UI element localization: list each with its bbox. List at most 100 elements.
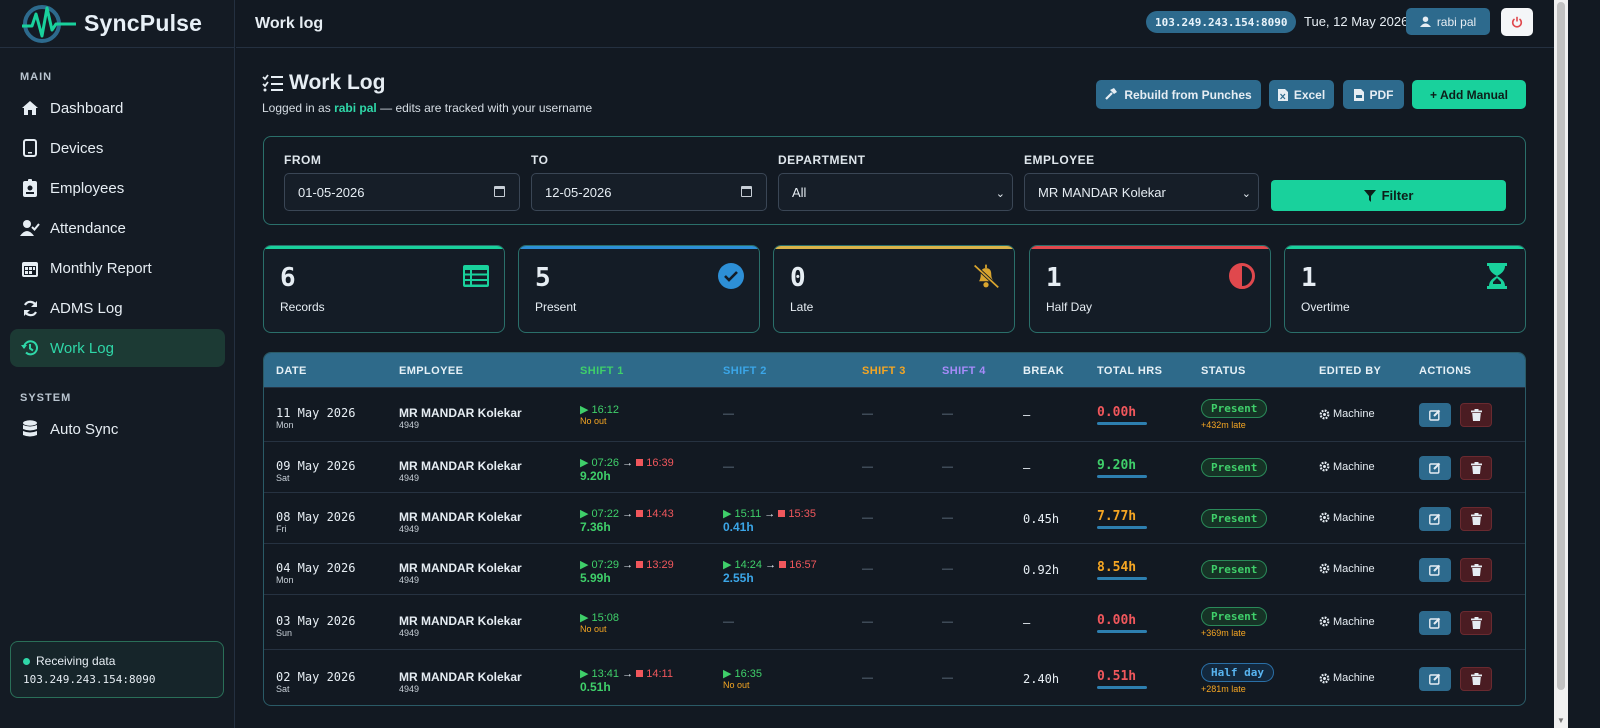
shift2-in-time: ▶ 16:35 (723, 668, 763, 680)
scrollbar-thumb[interactable] (1557, 2, 1565, 690)
row-employee-name[interactable]: MR MANDAR Kolekar (399, 406, 522, 420)
sidebar-item-label: Attendance (50, 219, 126, 237)
edited-by: Machine (1333, 672, 1375, 684)
sidebar-item-label: Monthly Report (50, 259, 152, 277)
scroll-down-arrow-icon[interactable]: ▼ (1557, 716, 1565, 725)
filter-panel: FROM 01-05-2026 TO 12-05-2026 DEPARTMENT… (263, 136, 1526, 225)
row-employee-name[interactable]: MR MANDAR Kolekar (399, 670, 522, 684)
shift1-cell: ▶ 13:41 → 14:11 0.51h (580, 667, 673, 694)
card-accent-bar (1285, 246, 1525, 249)
to-date-input[interactable]: 12-05-2026 (531, 173, 767, 211)
header-employee: EMPLOYEE (399, 365, 464, 377)
row-employee-name[interactable]: MR MANDAR Kolekar (399, 561, 522, 575)
trash-icon (1470, 616, 1482, 629)
brand[interactable]: SyncPulse (0, 0, 234, 48)
stat-label: Records (280, 300, 325, 314)
header-edited-by: EDITED BY (1319, 365, 1382, 377)
row-total-hrs: 0.00h (1097, 612, 1137, 628)
sidebar-item-work-log[interactable]: Work Log (10, 329, 225, 367)
filter-button[interactable]: Filter (1271, 180, 1506, 211)
sidebar-item-auto-sync[interactable]: Auto Sync (10, 410, 225, 448)
header-total-hrs: TOTAL HRS (1097, 365, 1163, 377)
shift4-empty: — (942, 460, 953, 473)
from-label: FROM (284, 153, 322, 167)
delete-button[interactable] (1460, 506, 1492, 531)
sidebar-item-employees[interactable]: Employees (10, 169, 225, 207)
stat-card-records: 6 Records (263, 245, 505, 333)
delete-button[interactable] (1460, 667, 1492, 691)
status-label: Receiving data (36, 654, 116, 668)
pencil-square-icon (1429, 409, 1441, 421)
sidebar-item-attendance[interactable]: Attendance (10, 209, 225, 247)
row-employee-name[interactable]: MR MANDAR Kolekar (399, 614, 522, 628)
funnel-icon (1363, 189, 1376, 202)
status-dot (23, 657, 30, 665)
employee-select[interactable]: MR MANDAR Kolekar ⌄ (1024, 173, 1259, 211)
row-day: Sat (276, 684, 290, 694)
pdf-button[interactable]: PDF (1343, 80, 1404, 109)
status-ip: 103.249.243.154:8090 (23, 673, 156, 686)
page-scrollbar[interactable]: ▼ (1554, 0, 1568, 728)
delete-button[interactable] (1460, 557, 1492, 582)
header-shift1: SHIFT 1 (580, 365, 624, 377)
late-note: +369m late (1201, 627, 1246, 638)
sidebar-item-adms-log[interactable]: ADMS Log (10, 289, 225, 327)
sidebar-item-dashboard[interactable]: Dashboard (10, 89, 225, 127)
header-date: DATE (276, 365, 307, 377)
stop-square-icon (779, 560, 787, 568)
department-select[interactable]: All ⌄ (778, 173, 1013, 211)
total-hrs-bar (1097, 474, 1147, 478)
from-date-value: 01-05-2026 (298, 184, 365, 200)
edit-button[interactable] (1419, 667, 1451, 691)
card-accent-bar (264, 246, 504, 249)
row-date: 09 May 2026 (276, 458, 356, 473)
edit-button[interactable] (1419, 557, 1451, 582)
rebuild-button[interactable]: Rebuild from Punches (1096, 80, 1261, 109)
status-badge: Present (1201, 559, 1268, 579)
section-label-main: MAIN (20, 71, 53, 83)
edit-button[interactable] (1419, 455, 1451, 480)
arrow-right-icon: → (622, 456, 634, 469)
shift1-cell: ▶ 15:08 No out (580, 611, 619, 634)
sidebar-item-label: Devices (50, 139, 104, 157)
calendar-icon[interactable] (741, 186, 752, 197)
sidebar-item-monthly-report[interactable]: Monthly Report (10, 249, 225, 287)
edit-button[interactable] (1419, 506, 1451, 531)
list-check-icon (262, 74, 283, 92)
delete-button[interactable] (1460, 403, 1492, 427)
shift3-empty: — (862, 615, 873, 628)
file-excel-icon (1277, 88, 1288, 101)
shift1-cell: ▶ 07:26 → 16:39 9.20h (580, 456, 674, 483)
status-badge: Present (1201, 508, 1268, 528)
user-button[interactable]: rabi pal (1406, 8, 1490, 35)
shift1-in-time: ▶ 16:12 (580, 404, 620, 416)
card-accent-bar (519, 246, 759, 249)
shift2-cell: ▶ 15:11 → 15:35 0.41h (723, 507, 816, 534)
shift1-out-time: 14:11 (646, 668, 673, 680)
row-total-hrs: 9.20h (1097, 457, 1137, 473)
stop-square-icon (636, 560, 644, 568)
shift3-empty: — (862, 562, 873, 575)
sidebar-item-devices[interactable]: Devices (10, 129, 225, 167)
row-employee-name[interactable]: MR MANDAR Kolekar (399, 459, 522, 473)
add-manual-button[interactable]: + Add Manual (1412, 80, 1526, 109)
delete-button[interactable] (1460, 610, 1492, 635)
header-shift2: SHIFT 2 (723, 365, 767, 377)
edit-button[interactable] (1419, 610, 1451, 635)
logout-button[interactable] (1501, 8, 1533, 36)
edited-by: Machine (1333, 460, 1375, 473)
delete-button[interactable] (1460, 455, 1492, 480)
sidebar: SyncPulse MAIN Dashboard Devices Employees… (0, 0, 235, 728)
shift2-hours: 0.41h (723, 519, 754, 534)
from-date-input[interactable]: 01-05-2026 (284, 173, 520, 211)
shift4-empty: — (942, 408, 953, 420)
calendar-icon[interactable] (494, 186, 505, 197)
row-employee-name[interactable]: MR MANDAR Kolekar (399, 510, 522, 524)
total-hrs-bar (1097, 422, 1147, 425)
stat-label: Present (535, 300, 577, 314)
row-break: — (1023, 408, 1031, 422)
edit-button[interactable] (1419, 403, 1451, 427)
excel-button[interactable]: Excel (1269, 80, 1334, 109)
main-content: Work Log Logged in as rabi pal — edits a… (236, 49, 1554, 728)
stat-value: 0 (790, 263, 806, 293)
